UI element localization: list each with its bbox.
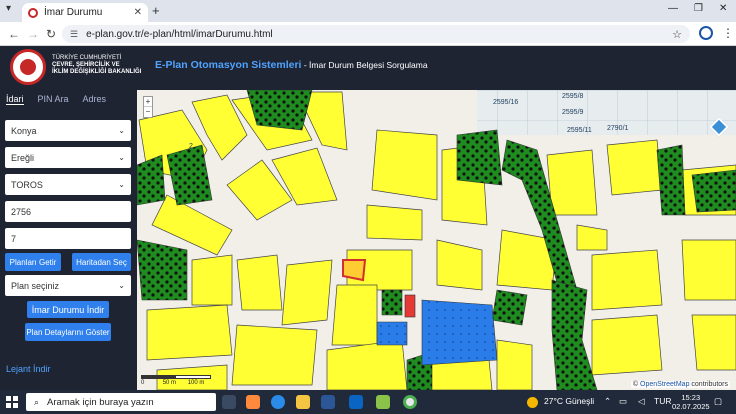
search-icon: ⌕ <box>34 396 40 407</box>
maximize-button[interactable]: ❐ <box>694 3 703 14</box>
tab-title: İmar Durumu <box>44 7 103 18</box>
province-select[interactable]: Konya ⌄ <box>5 120 131 141</box>
zoom-in-button[interactable]: + <box>144 97 152 107</box>
language-indicator[interactable]: TUR <box>654 396 671 406</box>
profile-avatar-icon[interactable] <box>699 26 713 40</box>
url-text: e-plan.gov.tr/e-plan/html/imarDurumu.htm… <box>86 28 273 40</box>
volume-icon[interactable]: ◁ <box>638 396 645 407</box>
address-bar-row: ← → ↻ ☰ e-plan.gov.tr/e-plan/html/imarDu… <box>0 22 736 46</box>
close-tab-icon[interactable]: ✕ <box>134 7 142 18</box>
windows-taskbar: ⌕ Aramak için buraya yazın 27°C Güneşli … <box>0 390 736 414</box>
get-plans-button[interactable]: Planları Getir <box>5 253 61 271</box>
network-icon[interactable]: ▭ <box>619 396 627 407</box>
new-tab-button[interactable]: + <box>152 3 160 18</box>
browser-tab[interactable]: İmar Durumu ✕ <box>22 3 148 22</box>
browser-menu-icon[interactable]: ⋮ <box>722 26 734 40</box>
zoom-out-button[interactable]: − <box>144 107 152 117</box>
tray-chevron-icon[interactable]: ⌃ <box>604 396 611 407</box>
browser-tab-bar: ▾ İmar Durumu ✕ + — ❐ ✕ <box>0 0 736 22</box>
store-icon[interactable] <box>321 395 335 409</box>
copilot-icon[interactable] <box>246 395 260 409</box>
close-window-button[interactable]: ✕ <box>719 3 727 14</box>
parcel-label: 2595/8 <box>562 93 584 100</box>
favicon-icon <box>28 7 38 18</box>
red-zone <box>404 294 416 318</box>
weather-text: 27°C Güneşli <box>544 396 595 406</box>
tab-adres[interactable]: Adres <box>83 94 107 105</box>
page-title: E-Plan Otomasyon Sistemleri - İmar Durum… <box>155 59 428 71</box>
district-select[interactable]: Ereğli ⌄ <box>5 147 131 168</box>
chevron-down-icon: ⌄ <box>118 153 125 162</box>
edge-icon[interactable] <box>271 395 285 409</box>
tab-pin-ara[interactable]: PIN Ara <box>38 94 69 105</box>
search-mode-tabs: İdari PIN Ara Adres <box>6 94 106 105</box>
chevron-down-icon: ⌄ <box>118 126 125 135</box>
parcel-label: 2595/9 <box>562 109 584 116</box>
tab-list-icon[interactable]: ▾ <box>6 3 11 14</box>
neighborhood-select[interactable]: TOROS ⌄ <box>5 174 131 195</box>
taskbar-search-input[interactable]: ⌕ Aramak için buraya yazın <box>26 393 216 411</box>
taskbar-clock[interactable]: 15:23 02.07.2025 <box>672 393 710 411</box>
windows-start-icon[interactable] <box>6 396 18 408</box>
query-sidebar: İdari PIN Ara Adres Konya ⌄ Ereğli ⌄ TOROS… <box>0 90 137 390</box>
download-legend-link[interactable]: Lejant İndir <box>6 364 51 374</box>
download-zoning-button[interactable]: İmar Durumu İndir <box>27 301 109 318</box>
chevron-down-icon: ⌄ <box>118 180 125 189</box>
zoning-map[interactable]: 2595/16 2595/8 2595/9 2595/11 2790/1 2 +… <box>137 90 736 390</box>
task-view-icon[interactable] <box>222 395 236 409</box>
osm-link[interactable]: OpenStreetMap <box>640 381 689 388</box>
notification-icon[interactable]: ▢ <box>714 396 722 407</box>
chrome-icon[interactable] <box>403 395 417 409</box>
outlook-icon[interactable] <box>349 395 363 409</box>
parcel-label: 2595/16 <box>493 99 518 106</box>
zoom-controls: + − <box>143 96 153 118</box>
back-icon[interactable]: ← <box>8 27 20 41</box>
url-input[interactable]: ☰ e-plan.gov.tr/e-plan/html/imarDurumu.h… <box>62 25 690 43</box>
parcel-label: 2790/1 <box>607 125 629 132</box>
file-explorer-icon[interactable] <box>296 395 310 409</box>
site-info-icon[interactable]: ☰ <box>70 29 78 40</box>
minimize-button[interactable]: — <box>668 3 678 14</box>
bookmark-star-icon[interactable]: ☆ <box>672 28 682 41</box>
public-area <box>421 299 498 366</box>
plan-select[interactable]: Plan seçiniz ⌄ <box>5 275 131 296</box>
scale-bar: 0 50 m 100 m <box>141 375 211 386</box>
map-canvas[interactable]: 2595/16 2595/8 2595/9 2595/11 2790/1 2 <box>137 90 736 390</box>
tab-idari[interactable]: İdari <box>6 94 24 105</box>
map-attribution: © OpenStreetMap contributors <box>630 381 730 388</box>
weather-icon <box>527 397 538 408</box>
chevron-down-icon: ⌄ <box>118 281 125 290</box>
public-area-small <box>376 321 408 346</box>
selected-parcel[interactable] <box>342 259 367 282</box>
app-icon[interactable] <box>376 395 390 409</box>
parcel-label: 2595/11 <box>567 127 592 134</box>
forward-icon[interactable]: → <box>27 27 39 41</box>
reload-icon[interactable]: ↻ <box>46 27 56 41</box>
select-from-map-button[interactable]: Haritadan Seç <box>72 253 131 271</box>
parcel-label: 2 <box>189 143 193 150</box>
ministry-name: TÜRKİYE CUMHURİYETİ ÇEVRE, ŞEHİRCİLİK VE… <box>52 55 142 75</box>
show-plan-details-button[interactable]: Plan Detaylarını Göster <box>25 323 111 341</box>
ministry-logo <box>10 49 46 85</box>
page-subtitle: - İmar Durum Belgesi Sorgulama <box>301 60 428 70</box>
block-input[interactable]: 2756 <box>5 201 131 222</box>
app-header: TÜRKİYE CUMHURİYETİ ÇEVRE, ŞEHİRCİLİK VE… <box>0 46 736 90</box>
parcel-input[interactable]: 7 <box>5 228 131 249</box>
